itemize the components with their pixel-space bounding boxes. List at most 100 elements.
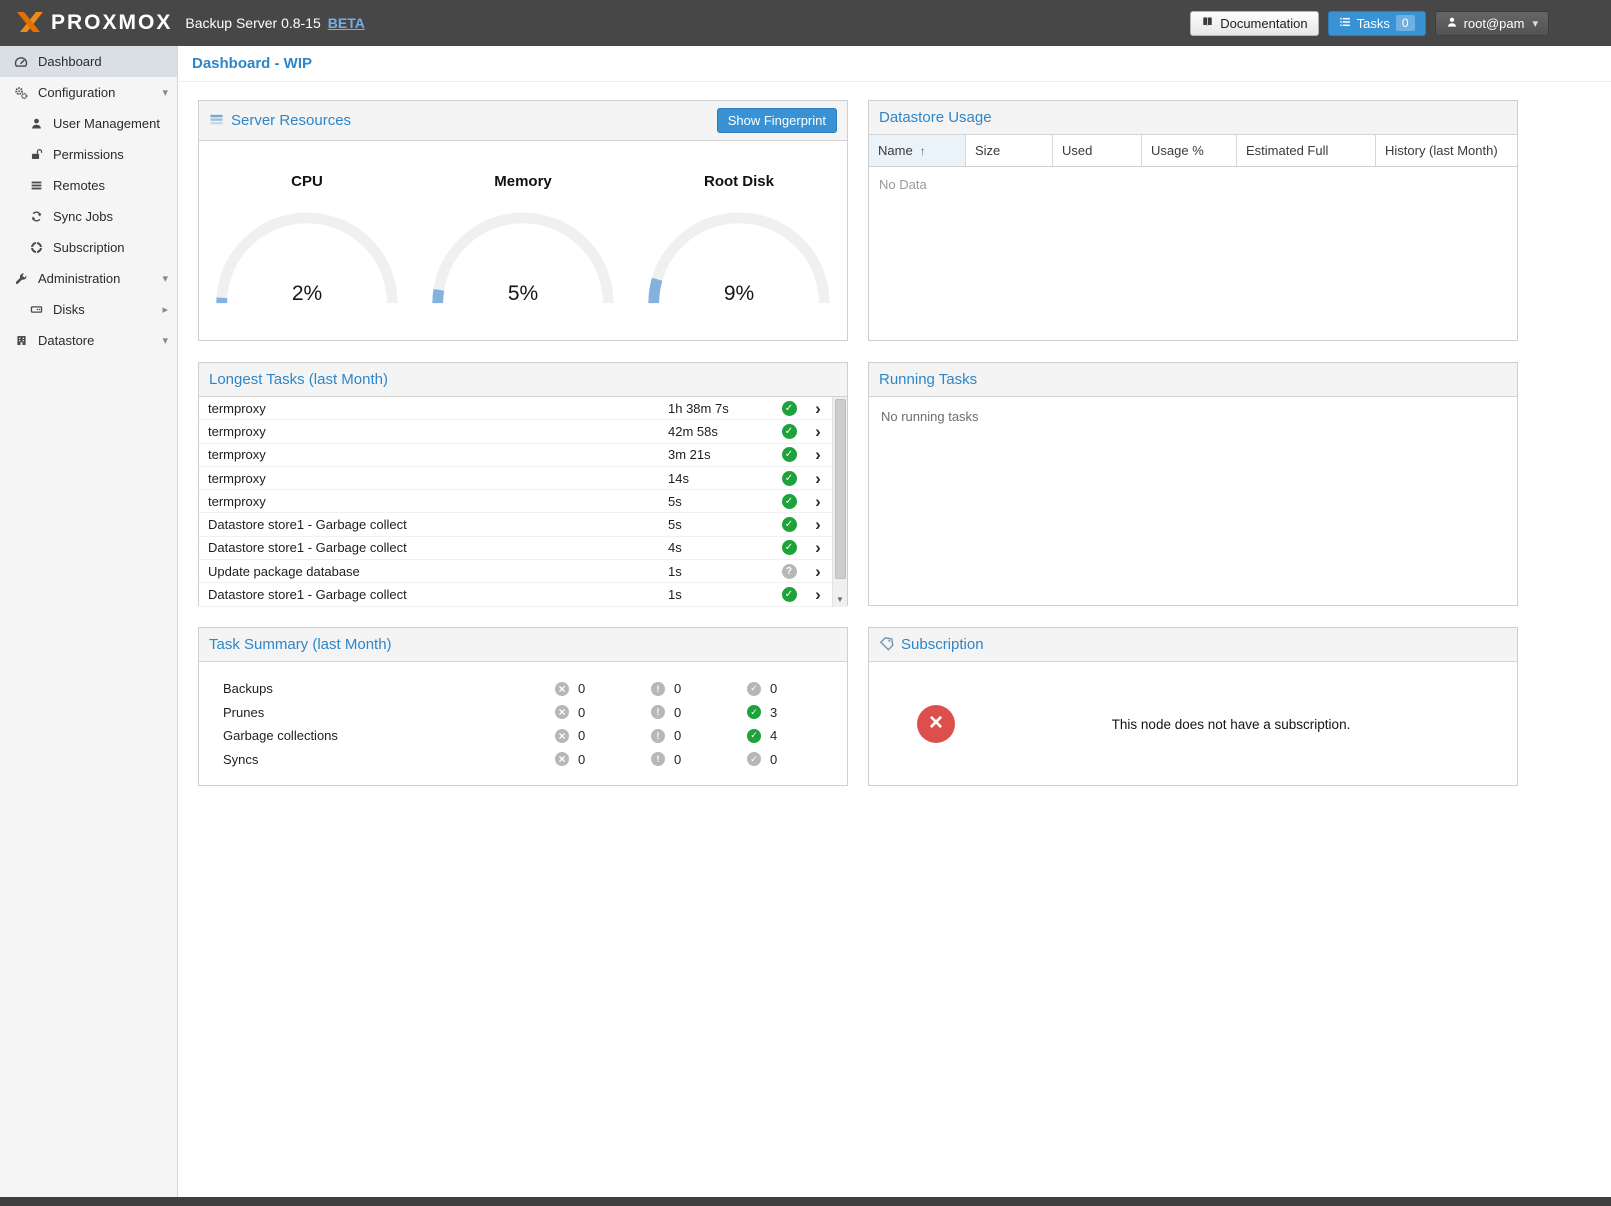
building-icon — [13, 334, 29, 347]
column-header-estimated-full[interactable]: Estimated Full — [1237, 135, 1376, 166]
task-row[interactable]: Datastore store1 - Garbage collect 1s › — [199, 583, 847, 606]
beta-link[interactable]: BETA — [328, 15, 365, 31]
no-data-text: No Data — [869, 167, 1517, 202]
sidebar-item-datastore[interactable]: Datastore ▾ — [0, 325, 177, 356]
task-duration: 1h 38m 7s — [668, 401, 773, 416]
warning-count-icon — [651, 682, 665, 696]
gauge-label: CPU — [291, 173, 323, 190]
no-subscription-icon — [917, 705, 955, 743]
panel-header: Running Tasks — [869, 363, 1517, 397]
column-header-name[interactable]: Name ↑ — [869, 135, 966, 166]
chevron-right-icon[interactable]: › — [805, 539, 831, 556]
summary-row: Prunes 0 0 3 — [223, 701, 847, 725]
task-row[interactable]: termproxy 42m 58s › — [199, 420, 847, 443]
sidebar-item-remotes[interactable]: Remotes — [0, 170, 177, 201]
sidebar-item-subscription[interactable]: Subscription — [0, 232, 177, 263]
user-menu-button[interactable]: root@pam ▾ — [1435, 11, 1549, 36]
chevron-right-icon[interactable]: › — [805, 446, 831, 463]
task-name: Datastore store1 - Garbage collect — [208, 540, 668, 555]
warning-count-icon — [651, 729, 665, 743]
panel-title: Subscription — [901, 636, 984, 653]
task-status-icon — [782, 401, 797, 416]
sidebar-item-user-management[interactable]: User Management — [0, 108, 177, 139]
task-status-icon — [782, 517, 797, 532]
sidebar-item-permissions[interactable]: Permissions — [0, 139, 177, 170]
task-summary-panel: Task Summary (last Month) Backups 0 0 0 … — [198, 627, 848, 786]
summary-label: Garbage collections — [223, 728, 555, 743]
task-duration: 5s — [668, 494, 773, 509]
right-column: Datastore Usage Name ↑ Size Used Usage %… — [868, 100, 1518, 786]
error-count: 0 — [578, 705, 585, 720]
chevron-right-icon[interactable]: › — [805, 423, 831, 440]
column-header-used[interactable]: Used — [1053, 135, 1142, 166]
sidebar-item-label: Remotes — [53, 178, 105, 193]
task-name: termproxy — [208, 424, 668, 439]
summary-label: Syncs — [223, 752, 555, 767]
tasks-button[interactable]: Tasks 0 — [1328, 11, 1426, 36]
subscription-body: This node does not have a subscription. — [869, 662, 1517, 786]
table-header: Name ↑ Size Used Usage % Estimated Full … — [869, 135, 1517, 167]
task-row[interactable]: Datastore store1 - Garbage collect 4s › — [199, 537, 847, 560]
task-duration: 1s — [668, 564, 773, 579]
task-row[interactable]: Datastore store1 - Garbage collect 5s › — [199, 513, 847, 536]
page-title: Dashboard - WIP — [192, 55, 312, 72]
scrollbar-thumb[interactable] — [835, 399, 846, 579]
running-tasks-panel: Running Tasks No running tasks — [868, 362, 1518, 606]
sidebar-item-label: Configuration — [38, 85, 115, 100]
task-duration: 4s — [668, 540, 773, 555]
tasks-count-badge: 0 — [1396, 15, 1415, 31]
column-header-usage-pct[interactable]: Usage % — [1142, 135, 1237, 166]
error-count: 0 — [578, 728, 585, 743]
success-count-icon — [747, 729, 761, 743]
panel-header: Subscription — [869, 628, 1517, 662]
support-icon — [28, 241, 44, 254]
chevron-right-icon[interactable]: › — [805, 516, 831, 533]
sidebar-item-label: Subscription — [53, 240, 125, 255]
sidebar-item-sync-jobs[interactable]: Sync Jobs — [0, 201, 177, 232]
sidebar-item-label: Administration — [38, 271, 120, 286]
task-row[interactable]: termproxy 3m 21s › — [199, 444, 847, 467]
task-row[interactable]: termproxy 1h 38m 7s › — [199, 397, 847, 420]
chevron-right-icon[interactable]: › — [805, 470, 831, 487]
documentation-button[interactable]: Documentation — [1190, 11, 1318, 36]
warning-count-icon — [651, 752, 665, 766]
task-status-icon — [782, 424, 797, 439]
sidebar: Dashboard Configuration ▾ User Managemen… — [0, 46, 178, 1206]
server-resources-panel: Server Resources Show Fingerprint CPU — [198, 100, 848, 341]
proxmox-x-icon — [16, 10, 44, 37]
success-count: 0 — [770, 752, 777, 767]
caret-down-icon[interactable]: ▾ — [162, 334, 168, 347]
summary-row: Backups 0 0 0 — [223, 677, 847, 701]
sidebar-item-dashboard[interactable]: Dashboard — [0, 46, 177, 77]
topbar-buttons: Documentation Tasks 0 — [1190, 11, 1595, 36]
caret-down-icon[interactable]: ▾ — [162, 86, 168, 99]
column-header-history[interactable]: History (last Month) — [1376, 135, 1517, 166]
datastore-usage-panel: Datastore Usage Name ↑ Size Used Usage %… — [868, 100, 1518, 341]
scroll-down-button[interactable]: ▼ — [833, 592, 847, 606]
unlock-icon — [28, 148, 44, 161]
sidebar-item-label: Datastore — [38, 333, 94, 348]
task-row[interactable]: termproxy 14s › — [199, 467, 847, 490]
sidebar-item-configuration[interactable]: Configuration ▾ — [0, 77, 177, 108]
chevron-right-icon[interactable]: › — [805, 400, 831, 417]
column-header-size[interactable]: Size — [966, 135, 1053, 166]
chevron-right-icon[interactable]: › — [805, 586, 831, 603]
show-fingerprint-button[interactable]: Show Fingerprint — [717, 108, 837, 133]
product-title: Backup Server 0.8-15 — [185, 15, 320, 31]
sidebar-item-administration[interactable]: Administration ▾ — [0, 263, 177, 294]
user-icon — [28, 117, 44, 130]
task-row[interactable]: Update package database 1s › — [199, 560, 847, 583]
caret-right-icon[interactable]: ▸ — [162, 303, 168, 316]
caret-down-icon[interactable]: ▾ — [162, 272, 168, 285]
chevron-right-icon[interactable]: › — [805, 493, 831, 510]
task-row[interactable]: termproxy 5s › — [199, 490, 847, 513]
chevron-right-icon[interactable]: › — [805, 563, 831, 580]
warning-count: 0 — [674, 752, 681, 767]
subscription-message: This node does not have a subscription. — [955, 717, 1507, 732]
left-column: Server Resources Show Fingerprint CPU — [198, 100, 848, 786]
sidebar-item-disks[interactable]: Disks ▸ — [0, 294, 177, 325]
scrollbar[interactable]: ▼ — [832, 397, 847, 607]
success-count: 0 — [770, 681, 777, 696]
sidebar-item-label: User Management — [53, 116, 160, 131]
topbar: PROXMOX Backup Server 0.8-15 BETA Docume… — [0, 0, 1611, 46]
